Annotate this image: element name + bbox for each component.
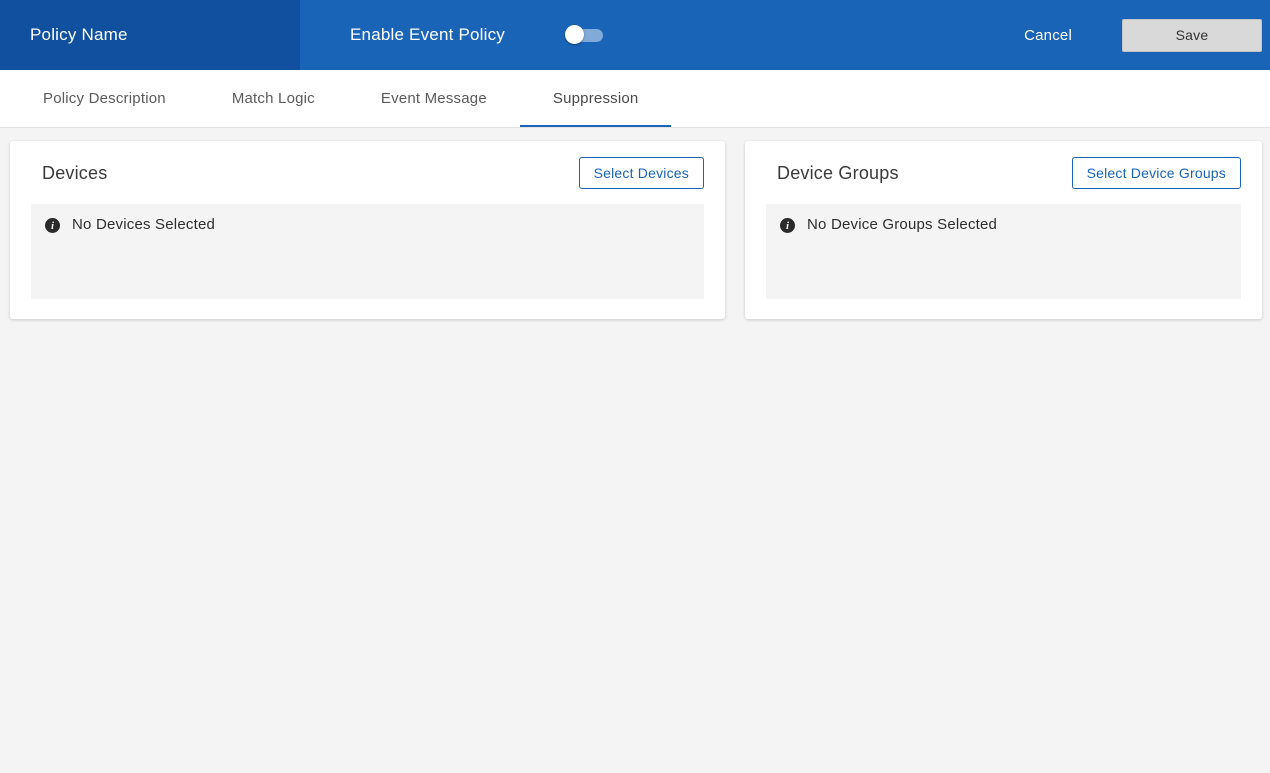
policy-name-section: Policy Name bbox=[0, 0, 300, 70]
header-bar: Policy Name Enable Event Policy Cancel S… bbox=[0, 0, 1270, 70]
devices-empty-panel: i No Devices Selected bbox=[31, 204, 704, 299]
select-devices-button[interactable]: Select Devices bbox=[578, 157, 704, 189]
devices-title: Devices bbox=[42, 162, 108, 183]
save-button[interactable]: Save bbox=[1122, 18, 1262, 52]
devices-card-header: Devices Select Devices bbox=[31, 157, 704, 189]
suppression-content: Devices Select Devices i No Devices Sele… bbox=[0, 128, 1270, 773]
select-device-groups-button[interactable]: Select Device Groups bbox=[1071, 157, 1241, 189]
cancel-button[interactable]: Cancel bbox=[1024, 27, 1072, 44]
info-icon: i bbox=[780, 218, 795, 233]
devices-empty-message: No Devices Selected bbox=[72, 216, 216, 233]
device-groups-title: Device Groups bbox=[777, 162, 899, 183]
device-groups-empty-message: No Device Groups Selected bbox=[807, 216, 998, 233]
tab-event-message[interactable]: Event Message bbox=[348, 70, 520, 127]
tab-match-logic[interactable]: Match Logic bbox=[199, 70, 348, 127]
event-policy-editor: Policy Name Enable Event Policy Cancel S… bbox=[0, 0, 1270, 773]
devices-card: Devices Select Devices i No Devices Sele… bbox=[10, 141, 725, 319]
device-groups-empty-panel: i No Device Groups Selected bbox=[766, 204, 1241, 299]
tab-policy-description[interactable]: Policy Description bbox=[10, 70, 199, 127]
info-icon: i bbox=[45, 218, 60, 233]
tab-bar: Policy Description Match Logic Event Mes… bbox=[0, 70, 1270, 128]
enable-event-policy-label: Enable Event Policy bbox=[350, 25, 505, 44]
enable-policy-toggle[interactable] bbox=[565, 25, 605, 45]
policy-name[interactable]: Policy Name bbox=[30, 25, 128, 45]
device-groups-card-header: Device Groups Select Device Groups bbox=[766, 157, 1241, 189]
device-groups-card: Device Groups Select Device Groups i No … bbox=[745, 141, 1262, 319]
tab-suppression[interactable]: Suppression bbox=[519, 70, 672, 127]
toggle-knob bbox=[565, 25, 584, 44]
